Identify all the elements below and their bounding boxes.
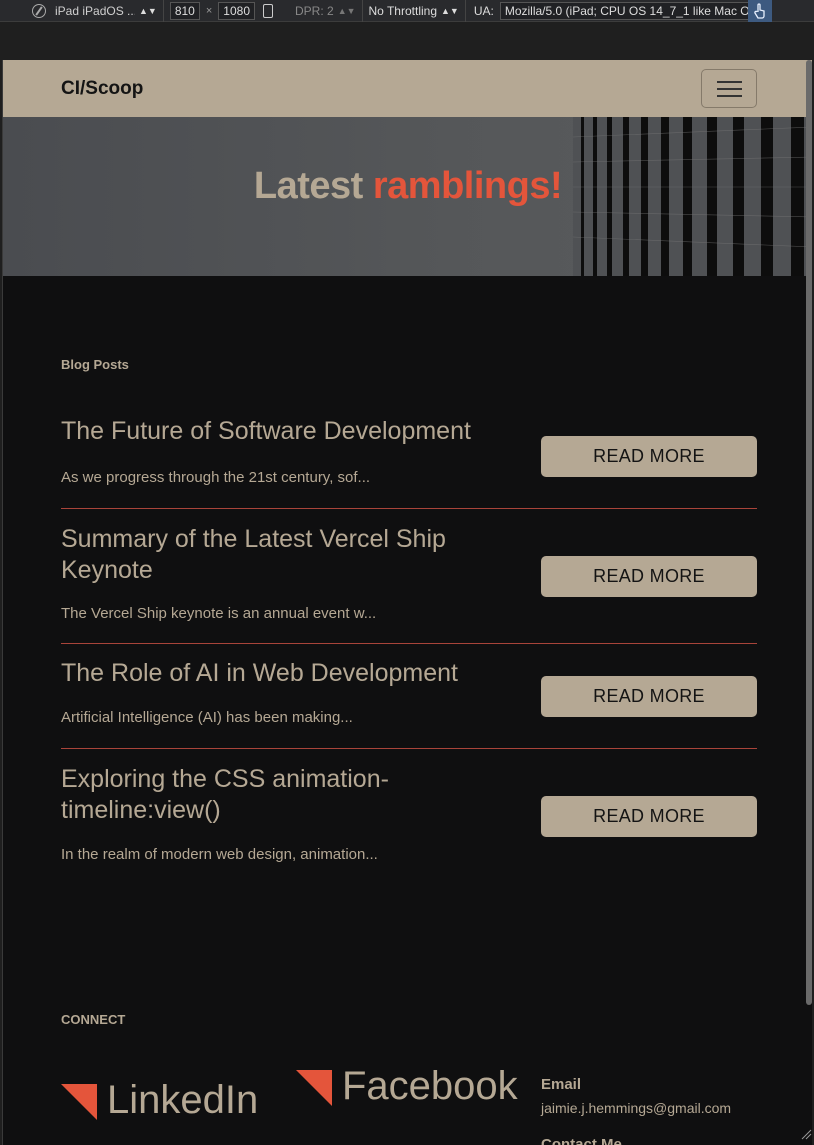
post-title[interactable]: The Role of AI in Web Development — [61, 658, 501, 689]
emulated-viewport: CI/Scoop Latest ramblings! Blog Posts Th… — [2, 60, 812, 1145]
read-more-button[interactable]: READ MORE — [541, 436, 757, 477]
touch-emulation-button[interactable] — [748, 0, 772, 22]
read-more-button[interactable]: READ MORE — [541, 796, 757, 837]
post-excerpt: As we progress through the 21st century,… — [61, 469, 371, 486]
triangle-icon — [61, 1084, 97, 1120]
hamburger-icon — [717, 88, 742, 90]
dpr-select[interactable]: DPR: 2 — [295, 0, 334, 22]
menu-toggle-button[interactable] — [701, 69, 757, 108]
facebook-link[interactable]: Facebook — [296, 1066, 518, 1106]
height-input[interactable]: 1080 — [218, 1, 255, 20]
throttling-select[interactable]: No Throttling — [369, 0, 437, 22]
blog-post: The Future of Software Development As we… — [61, 416, 757, 508]
user-agent-input[interactable]: Mozilla/5.0 (iPad; CPU OS 14_7_1 like Ma… — [499, 1, 772, 20]
times-icon: × — [205, 4, 213, 17]
rotate-icon[interactable] — [263, 3, 273, 18]
device-select[interactable]: iPad iPadOS ... — [55, 0, 135, 22]
post-divider — [61, 748, 757, 749]
divider — [162, 0, 164, 22]
navbar: CI/Scoop — [3, 60, 812, 117]
resize-handle-icon[interactable] — [800, 1128, 812, 1140]
triangle-icon — [296, 1070, 332, 1106]
hero-title: Latest ramblings! — [3, 165, 812, 208]
divider — [464, 0, 466, 22]
post-title[interactable]: Exploring the CSS animation-timeline:vie… — [61, 764, 501, 826]
post-title[interactable]: Summary of the Latest Vercel Ship Keynot… — [61, 524, 501, 586]
read-more-button[interactable]: READ MORE — [541, 676, 757, 717]
hero-banner: Latest ramblings! — [3, 117, 812, 276]
ua-label: UA: — [473, 3, 494, 18]
linkedin-link[interactable]: LinkedIn — [61, 1080, 258, 1120]
email-link[interactable]: jaimie.j.hemmings@gmail.com — [541, 1100, 731, 1116]
contact-label: Contact Me — [541, 1136, 622, 1145]
post-divider — [61, 643, 757, 644]
hero-title-accent: ramblings! — [372, 165, 563, 207]
brand-logo[interactable]: CI/Scoop — [61, 78, 143, 100]
post-excerpt: Artificial Intelligence (AI) has been ma… — [61, 709, 353, 726]
select-arrows-icon: ▲▼ — [441, 5, 459, 16]
connect-label: CONNECT — [61, 1012, 126, 1027]
read-more-button[interactable]: READ MORE — [541, 556, 757, 597]
width-input[interactable]: 810 — [169, 1, 200, 20]
post-excerpt: The Vercel Ship keynote is an annual eve… — [61, 605, 377, 622]
blog-post: Summary of the Latest Vercel Ship Keynot… — [61, 524, 757, 643]
post-title[interactable]: The Future of Software Development — [61, 416, 501, 447]
hand-pointer-icon — [754, 3, 765, 19]
scrollbar[interactable] — [806, 60, 812, 1005]
post-divider — [61, 508, 757, 509]
linkedin-label: LinkedIn — [107, 1078, 259, 1122]
divider — [361, 0, 363, 22]
post-excerpt: In the realm of modern web design, anima… — [61, 846, 378, 863]
hero-title-main: Latest — [253, 165, 373, 207]
hamburger-icon — [717, 95, 742, 97]
blog-post: The Role of AI in Web Development Artifi… — [61, 658, 757, 748]
blog-post: Exploring the CSS animation-timeline:vie… — [61, 764, 757, 884]
select-arrows-icon: ▲▼ — [337, 5, 356, 16]
compass-icon[interactable] — [32, 3, 46, 18]
email-label: Email — [541, 1076, 582, 1093]
select-arrows-icon: ▲▼ — [139, 5, 157, 16]
blog-section-label: Blog Posts — [61, 357, 129, 372]
devtools-device-toolbar: iPad iPadOS ... ▲▼ 810 × 1080 DPR: 2 ▲▼ … — [0, 0, 814, 22]
facebook-label: Facebook — [342, 1064, 518, 1108]
hamburger-icon — [717, 81, 742, 83]
